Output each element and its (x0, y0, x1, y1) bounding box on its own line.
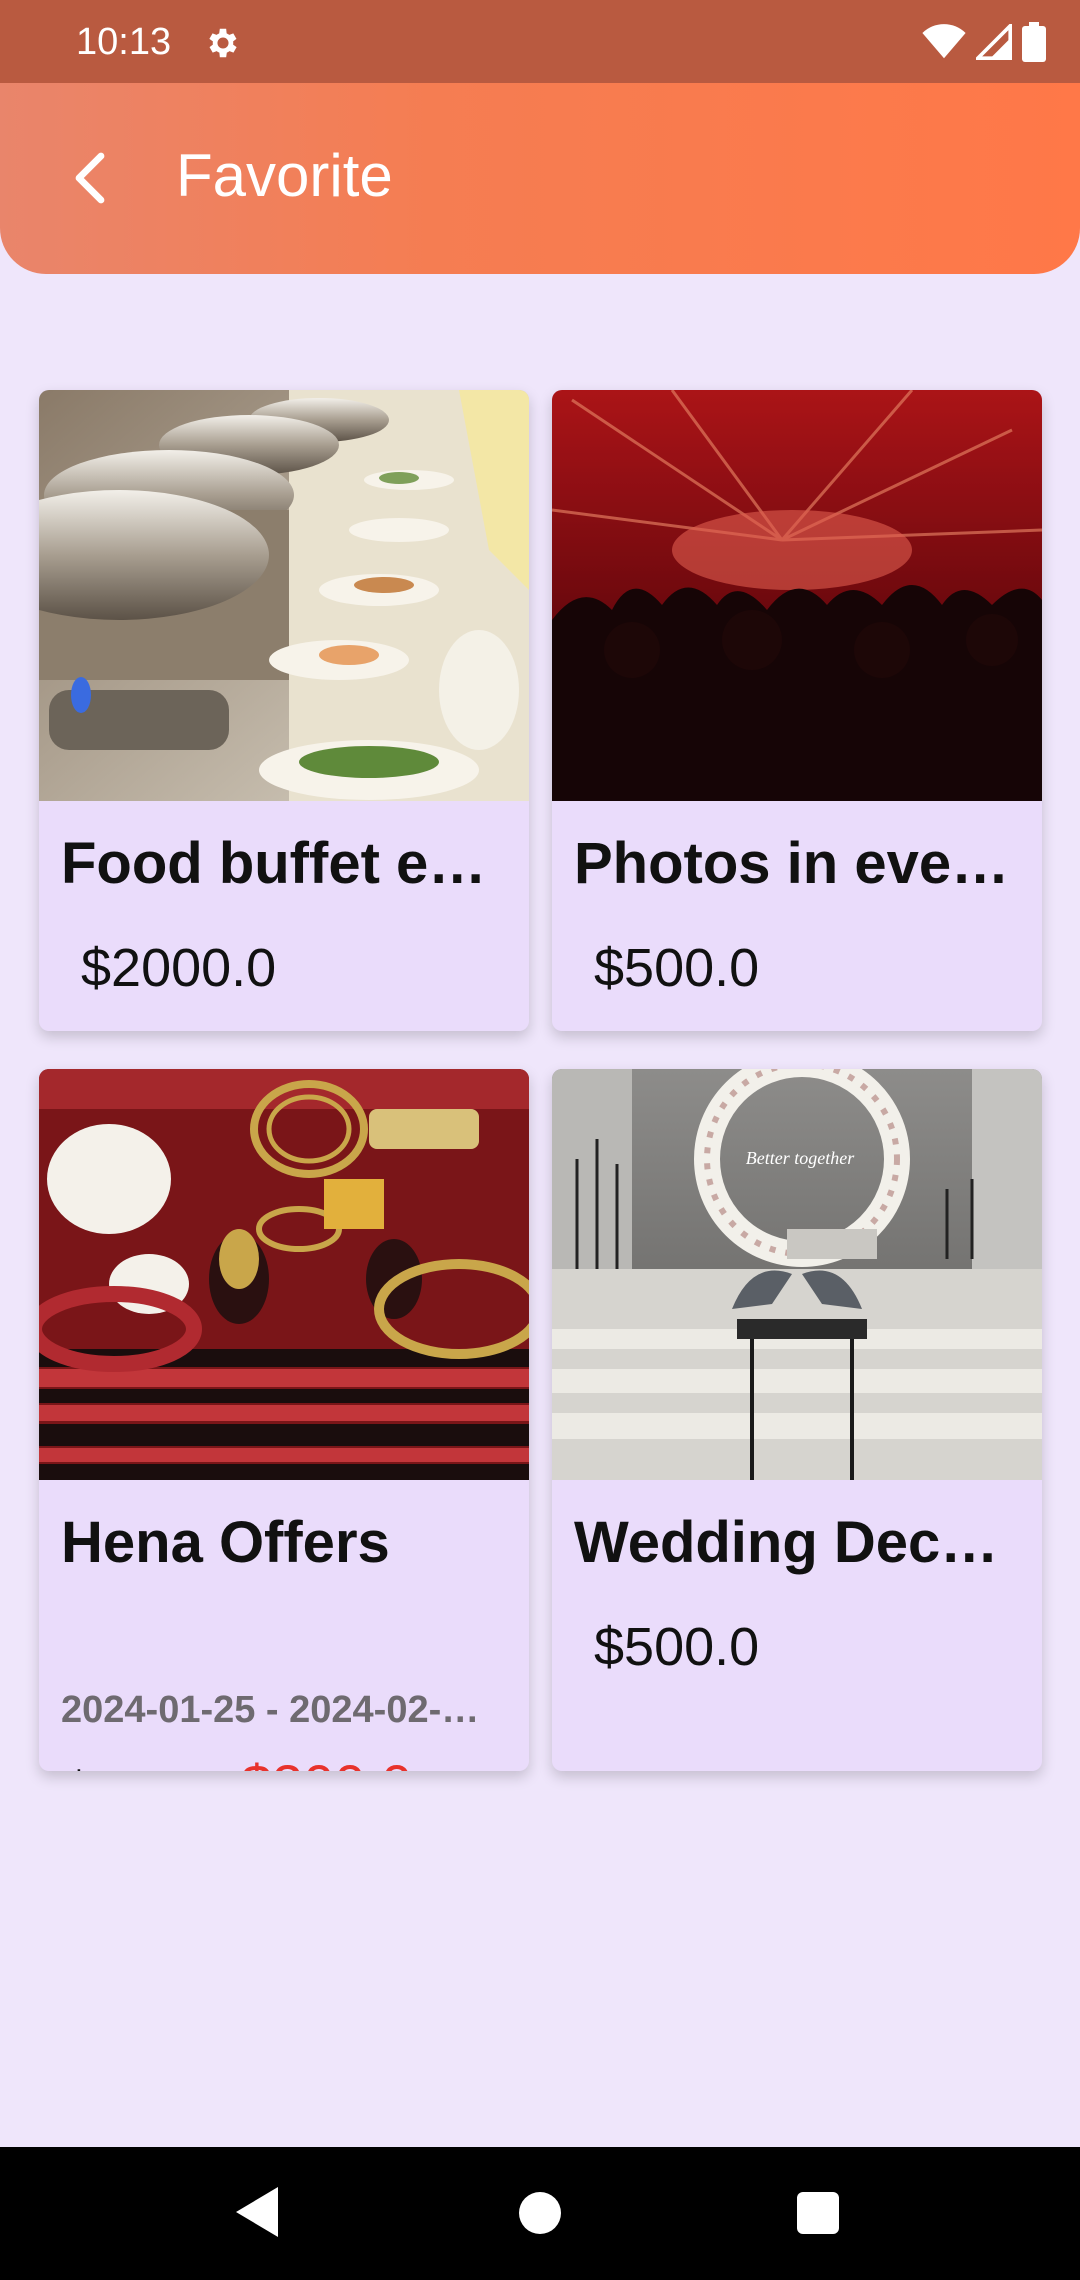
card-image: Better together (552, 1069, 1042, 1480)
nav-recents-icon[interactable] (797, 2192, 839, 2234)
card-price: $2000.0 (81, 938, 277, 998)
card-sale-price: $300.0 (241, 1753, 412, 1771)
favorite-card[interactable]: Better together Wedding Deco… $500.0 (552, 1069, 1042, 1771)
card-title: Wedding Deco… (574, 1510, 1026, 1575)
back-arrow-icon (75, 152, 105, 204)
card-old-price: $400.0 (67, 1761, 195, 1771)
back-button[interactable] (54, 143, 124, 213)
card-image (39, 1069, 529, 1480)
card-dates: 2024-01-25 - 2024-02-… (61, 1689, 480, 1731)
card-image (39, 390, 529, 801)
status-icons (922, 20, 1046, 64)
favorite-card[interactable]: Photos in even… $500.0 (552, 390, 1042, 1031)
gear-icon (209, 28, 237, 58)
status-bar: 10:13 (0, 0, 1080, 83)
card-title: Food buffet ev… (61, 831, 513, 896)
nav-back-icon[interactable] (236, 2187, 280, 2237)
favorite-card[interactable]: Food buffet ev… $2000.0 (39, 390, 529, 1031)
status-time: 10:13 (76, 21, 172, 63)
navigation-bar (0, 2147, 1080, 2280)
card-price: $500.0 (594, 1617, 760, 1677)
battery-icon (1022, 22, 1046, 62)
favorite-card[interactable]: Hena Offers 2024-01-25 - 2024-02-… $400.… (39, 1069, 529, 1771)
app-bar: Favorite (0, 83, 1080, 274)
card-price: $500.0 (594, 938, 760, 998)
wifi-icon (922, 24, 966, 59)
nav-home-icon[interactable] (518, 2191, 562, 2235)
card-title: Hena Offers (61, 1510, 390, 1575)
signal-icon (976, 24, 1012, 60)
card-image (552, 390, 1042, 801)
card-title: Photos in even… (574, 831, 1026, 896)
page-title: Favorite (176, 142, 393, 209)
svg-text:Better together: Better together (746, 1148, 855, 1168)
